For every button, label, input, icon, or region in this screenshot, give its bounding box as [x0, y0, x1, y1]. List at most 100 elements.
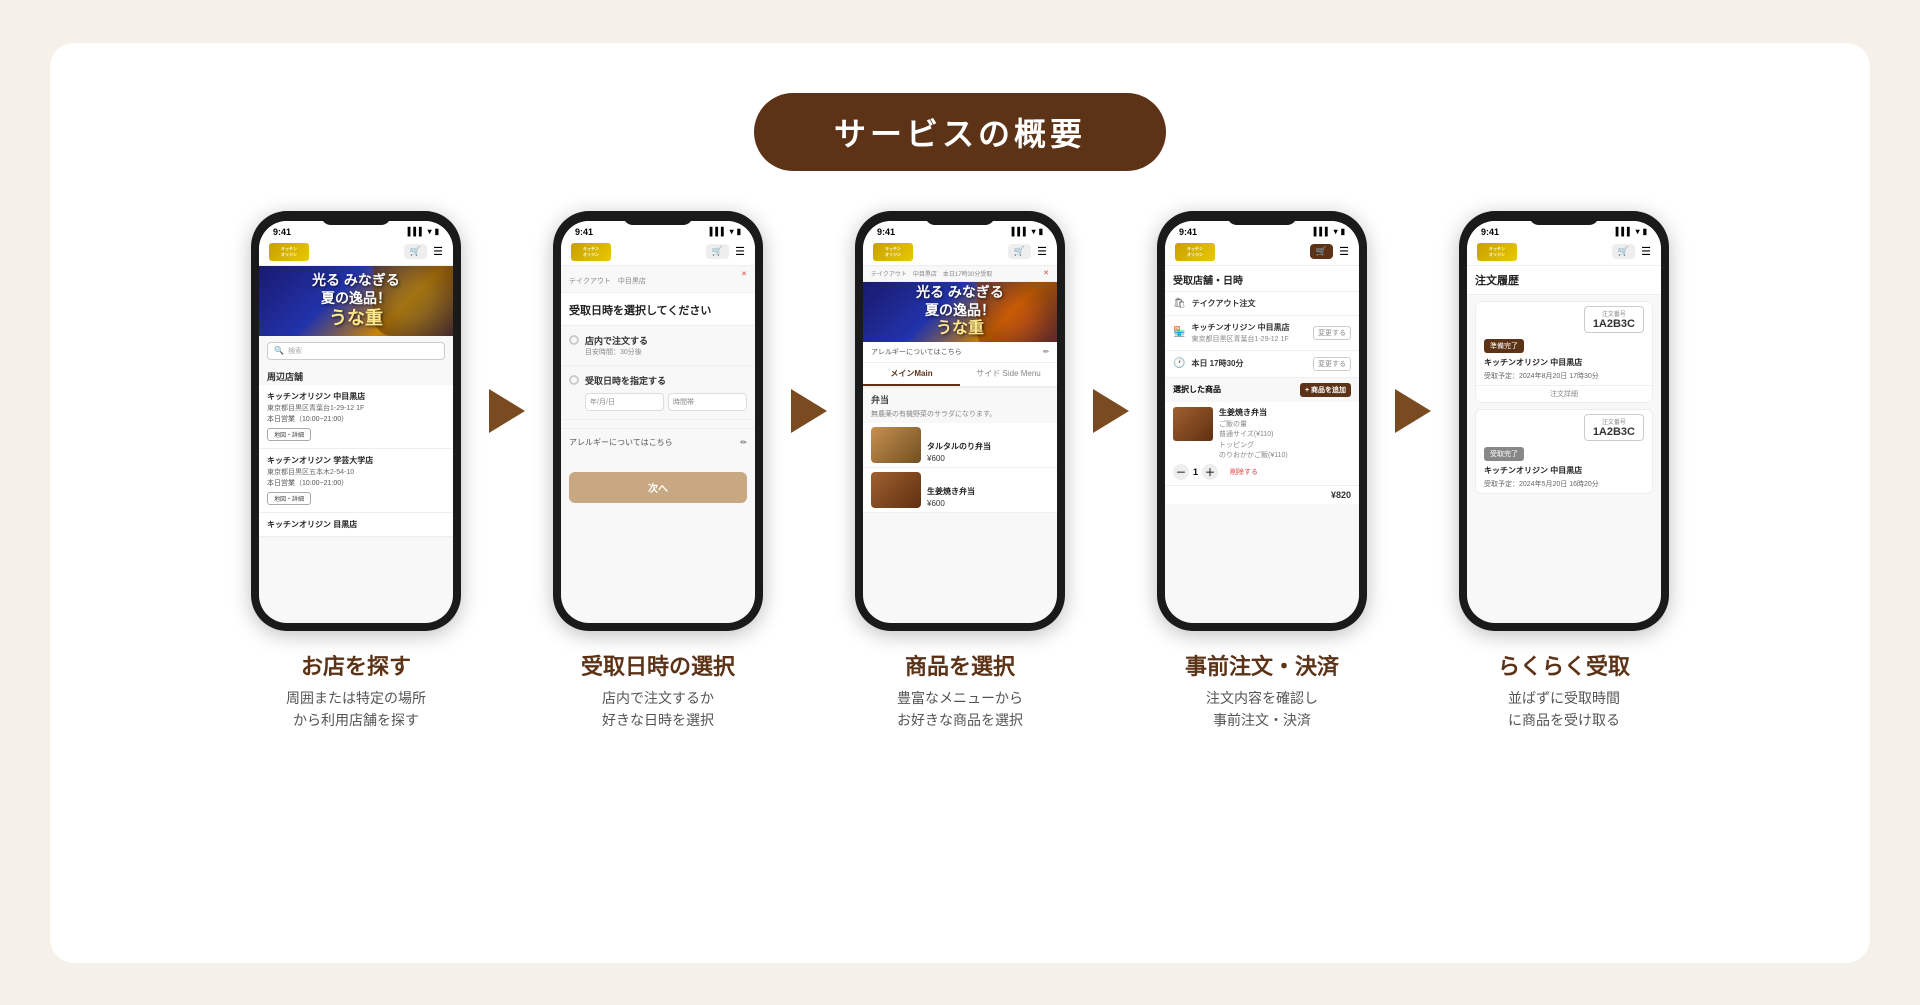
card-label-sub-3: 豊富なメニューからお好きな商品を選択 [855, 687, 1065, 732]
cart-icon-3[interactable]: 🛒 [1008, 244, 1031, 259]
date-dropdown-2[interactable]: 時間帯 [668, 393, 747, 411]
cart-icon-1[interactable]: 🛒 [404, 244, 427, 259]
arrow-2 [791, 389, 827, 433]
radio-sublabel-1: 目安時間：30分後 [585, 347, 648, 357]
store-btn-1-1[interactable]: 地図・詳細 [267, 428, 311, 441]
app-header-4: キッチンオリジン 🛒 ☰ [1165, 239, 1359, 266]
battery-icon-3: ▮ [1039, 227, 1043, 236]
order-item-img-4 [1173, 407, 1213, 441]
battery-icon-5: ▮ [1643, 227, 1647, 236]
order-total-4: ¥820 [1165, 486, 1359, 504]
menu-icon-4[interactable]: ☰ [1339, 245, 1349, 258]
card-label-main-5: らくらく受取 [1459, 649, 1669, 681]
store-item-2: キッチンオリジン 学芸大学店 東京都目黒区五本木2-54-10 本日営業（10:… [259, 449, 453, 513]
cart-icon-2[interactable]: 🛒 [706, 244, 729, 259]
order-num-label-1: 注文番号 [1593, 309, 1635, 318]
menu-tab-side[interactable]: サイド Side Menu [960, 363, 1057, 386]
signal-icon-5: ▌▌▌ [1616, 227, 1633, 236]
order-pickup-time-1: 受取予定：2024年8月20日 17時30分 [1476, 370, 1652, 385]
search-bar-1[interactable]: 🔍 検索 [267, 342, 445, 360]
qty-plus-btn-4[interactable]: ＋ [1202, 464, 1218, 480]
allergy-link-2[interactable]: アレルギーについてはこちら ✏ [561, 428, 755, 456]
menu-icon-1[interactable]: ☰ [433, 245, 443, 258]
phone-card-5: 9:41 ▌▌▌ ▾ ▮ キッチンオリジン 🛒 ☰ [1459, 211, 1669, 732]
radio-option-2[interactable]: 受取日時を指定する 年/月/日 時間帯 [561, 366, 755, 420]
wifi-icon-5: ▾ [1636, 227, 1640, 236]
store-btn-1-2[interactable]: 地図・詳細 [267, 492, 311, 505]
menu-item-info-2: 生姜焼き弁当 ¥600 [921, 486, 1049, 508]
signal-icon-3: ▌▌▌ [1012, 227, 1029, 236]
phone-frame-2: 9:41 ▌▌▌ ▾ ▮ キッチンオリジン 🛒 ☰ [553, 211, 763, 631]
menu-section-title-3: 弁当 [863, 388, 1057, 409]
order-detail-link-1[interactable]: 注文詳細 [1476, 385, 1652, 402]
app-header-5: キッチンオリジン 🛒 ☰ [1467, 239, 1661, 266]
battery-icon-4: ▮ [1341, 227, 1345, 236]
menu-item-1[interactable]: タルタルのり弁当 ¥600 [863, 423, 1057, 468]
order-num-value-1: 1A2B3C [1593, 318, 1635, 330]
menu-icon-2[interactable]: ☰ [735, 245, 745, 258]
order-num-badge-2: 注文番号 1A2B3C [1584, 414, 1644, 441]
order-store-name-1: キッチンオリジン 中目黒店 [1476, 355, 1652, 370]
app-header-1: キッチンオリジン 🛒 ☰ [259, 239, 453, 266]
breadcrumb-3: テイクアウト 中目黒店 本日17時30分受取 ✕ [863, 266, 1057, 282]
phone-card-4: 9:41 ▌▌▌ ▾ ▮ キッチンオリジン 🛒 ☰ [1157, 211, 1367, 732]
wifi-icon-4: ▾ [1334, 227, 1338, 236]
delete-btn-4[interactable]: 削除する [1230, 467, 1258, 477]
phone-notch-4 [1227, 211, 1297, 225]
radio-option-2-content: 受取日時を指定する 年/月/日 時間帯 [585, 374, 747, 411]
phone-screen-1: 9:41 ▌▌▌ ▾ ▮ キッチンオリジン 🛒 [259, 221, 453, 623]
order-store-row-4: 🏪 キッチンオリジン 中目黒店 東京都目黒区青葉台1-29-12 1F 変更する [1165, 316, 1359, 351]
cart-icon-4[interactable]: 🛒 [1310, 244, 1333, 259]
wifi-icon-1: ▾ [428, 227, 432, 236]
card-label-main-2: 受取日時の選択 [553, 649, 763, 681]
selected-items-label-4: 選択した商品 [1173, 384, 1221, 395]
bag-icon-4: 🛍 [1173, 298, 1186, 309]
status-time-2: 9:41 [575, 227, 593, 237]
close-icon-3[interactable]: ✕ [1043, 269, 1049, 278]
card-label-area-3: 商品を選択 豊富なメニューからお好きな商品を選択 [855, 649, 1065, 732]
next-btn-2[interactable]: 次へ [569, 472, 747, 503]
radio-option-1[interactable]: 店内で注文する 目安時間：30分後 [561, 326, 755, 366]
status-icons-1: ▌▌▌ ▾ ▮ [408, 227, 439, 236]
wifi-icon-2: ▾ [730, 227, 734, 236]
app-header-3: キッチンオリジン 🛒 ☰ [863, 239, 1057, 266]
order-store-change-4[interactable]: 変更する [1313, 326, 1351, 340]
store-icon-4: 🏪 [1173, 327, 1185, 338]
allergy-row-3[interactable]: アレルギーについてはこちら ✏ [863, 342, 1057, 363]
menu-tab-main[interactable]: メインMain [863, 363, 960, 386]
phone-notch-5 [1529, 211, 1599, 225]
app-header-2: キッチンオリジン 🛒 ☰ [561, 239, 755, 266]
order-history-card-2: 注文番号 1A2B3C 受取完了 キッチンオリジン 中目黒店 受取予定：2024… [1475, 409, 1653, 494]
qty-minus-btn-4[interactable]: － [1173, 464, 1189, 480]
add-item-btn-4[interactable]: + 商品を追加 [1300, 383, 1351, 397]
order-section-title-4: 受取店舗・日時 [1165, 266, 1359, 292]
menu-item-img-1 [871, 427, 921, 463]
cart-icon-5[interactable]: 🛒 [1612, 244, 1635, 259]
arrow-1 [489, 389, 525, 433]
menu-item-info-1: タルタルのり弁当 ¥600 [921, 441, 1049, 463]
phones-row: 9:41 ▌▌▌ ▾ ▮ キッチンオリジン 🛒 [251, 211, 1669, 732]
phone-notch-3 [925, 211, 995, 225]
app-header-icons-3: 🛒 ☰ [1008, 244, 1047, 259]
store-name-1-3: キッチンオリジン 目黒店 [267, 519, 445, 530]
close-icon-2[interactable]: ✕ [741, 270, 747, 278]
order-type-title-4: テイクアウト注文 [1192, 298, 1351, 309]
menu-item-2[interactable]: 生姜焼き弁当 ¥600 [863, 468, 1057, 513]
screen-banner-1: 光る みなぎる夏の逸品！うな重 [259, 266, 453, 336]
phone-card-3: 9:41 ▌▌▌ ▾ ▮ キッチンオリジン 🛒 ☰ [855, 211, 1065, 732]
allergy-text-2: アレルギーについてはこちら [569, 437, 673, 448]
menu-icon-5[interactable]: ☰ [1641, 245, 1651, 258]
order-item-card-4: 生姜焼き弁当 ご飯の量普通サイズ(¥110) トッピングのりおかかご飯(¥110… [1165, 402, 1359, 486]
date-dropdowns-2: 年/月/日 時間帯 [585, 393, 747, 411]
radio-circle-2 [569, 375, 579, 385]
selected-items-header-4: 選択した商品 + 商品を追加 [1165, 378, 1359, 402]
menu-icon-3[interactable]: ☰ [1037, 245, 1047, 258]
phone-screen-3: 9:41 ▌▌▌ ▾ ▮ キッチンオリジン 🛒 ☰ [863, 221, 1057, 623]
card-label-main-1: お店を探す [251, 649, 461, 681]
phone-screen-2: 9:41 ▌▌▌ ▾ ▮ キッチンオリジン 🛒 ☰ [561, 221, 755, 623]
app-header-icons-4: 🛒 ☰ [1310, 244, 1349, 259]
order-time-change-4[interactable]: 変更する [1313, 357, 1351, 371]
store-hours-1-2: 本日営業（10:00~21:00） [267, 478, 445, 488]
order-pickup-time-2: 受取予定：2024年5月20日 16時20分 [1476, 478, 1652, 493]
date-dropdown-1[interactable]: 年/月/日 [585, 393, 664, 411]
